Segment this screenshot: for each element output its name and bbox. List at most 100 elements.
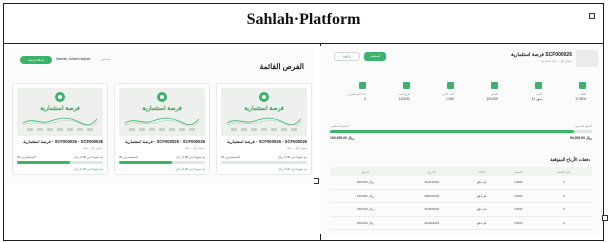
stat-icon — [403, 82, 410, 89]
decorative-dots — [27, 128, 93, 131]
opportunity-card[interactable]: فرصة استثمارية فرصة استثمارية - SCF000026… — [12, 83, 108, 175]
table-cell: 28/02/2023 — [400, 189, 463, 204]
opportunity-details-screenshot: فرصة استثمارية SCF000026 تمويل أول - مكة… — [320, 46, 602, 234]
details-header: فرصة استثمارية SCF000026 تمويل أول - مكة… — [320, 46, 602, 72]
stat-item: عدد المستثمرين 0 — [332, 80, 372, 104]
table-cell: لم تدفع — [462, 189, 501, 204]
stats-row: العائد 17.50% المدة 12 شهر المبلغ 100,000 الحد… — [330, 80, 592, 104]
logo-icon — [157, 92, 167, 102]
stat-item: تاريخ البدء 11/2022 — [376, 80, 416, 104]
card-subtitle: تمويل أول - مكة — [82, 146, 103, 150]
stat-item: المدة 12 شهر — [508, 80, 548, 104]
title-row: Sahlah·Platform — [4, 4, 603, 44]
raised-amount: تم جمع 0 من 0,00 ريال — [74, 155, 103, 159]
payments-table-title: دفعات الأرباح المتوقعة — [550, 157, 590, 162]
card-subtitle: تمويل أول - مكة — [184, 146, 205, 150]
card-title: فرصة استثمارية - SCF000026 - SCF000026 — [125, 139, 205, 144]
payments-table: المبلغ التاريخ الحالة النسبة رقم الدفعة 150,… — [330, 167, 592, 231]
funding-progress-fill — [330, 130, 574, 133]
card-stats: 00 المستثمرين تم جمع 0 من 0,00 ريال — [119, 155, 205, 159]
card-title: فرصة استثمارية - SCF000026 - SCF000026 — [227, 139, 307, 144]
logo-icon — [55, 92, 65, 102]
invest-button[interactable]: استثمر — [364, 52, 386, 61]
stat-label: تاريخ البدء — [398, 92, 410, 96]
card-progress-bar — [221, 161, 307, 164]
table-cell: 31/05/2023 — [400, 202, 463, 217]
funding-values: 100,000.00 ريال 93,000.00 ريال — [330, 136, 592, 140]
raised-amount: تم جمع 0 من 0,00 ريال — [176, 155, 205, 159]
table-cell: 4 — [535, 216, 592, 231]
stat-label: الحد الأدنى — [441, 92, 454, 96]
cell-end-mark — [589, 13, 595, 19]
stat-value: 11/2022 — [398, 97, 410, 101]
stat-label: عدد المستثمرين — [347, 92, 366, 96]
opportunity-thumbnail — [576, 50, 598, 67]
section-title: الفرص القائمة — [259, 62, 304, 71]
table-cell: 1 — [535, 176, 592, 190]
image-title: فرصة استثمارية — [142, 106, 182, 112]
table-row: 150,000 ريال 31/08/2023 لم تدفع 3.56% 4 — [330, 216, 592, 231]
stat-label: العائد — [579, 92, 586, 96]
card-footer-text: تم جمع 0 من 0,00 ريال — [74, 167, 103, 171]
column-header: المبلغ — [330, 167, 401, 176]
stat-icon — [447, 82, 454, 89]
opportunity-card[interactable]: فرصة استثمارية فرصة استثمارية - SCF000026… — [114, 83, 210, 175]
stat-item: المبلغ 100,000 — [464, 80, 504, 104]
table-cell: 150,000 ريال — [330, 202, 401, 217]
wave-graphic — [227, 117, 301, 126]
back-button[interactable]: رجوع — [334, 52, 360, 61]
column-header: الحالة — [462, 167, 501, 176]
required-amount-label: المبلغ المطلوب — [330, 124, 350, 128]
image-title: فرصة استثمارية — [244, 106, 284, 112]
screenshot-header: اضافة فرصة Samah Juhani Najmer مستثمر ال… — [6, 48, 314, 71]
opportunity-title: فرصة استثمارية SCF000026 — [510, 52, 572, 58]
opportunity-subtitle: تمويل أول - مكة المكرمة — [541, 59, 572, 63]
stat-label: المبلغ — [491, 92, 498, 96]
stat-value: 100,000 — [486, 97, 498, 101]
opportunity-image: فرصة استثمارية — [221, 88, 307, 136]
card-stats: 00 المستثمرين تم جمع 0 من 0,00 ريال — [17, 155, 103, 159]
funding-progress-bar — [330, 130, 592, 133]
stat-value: 0 — [364, 97, 366, 101]
decorative-dots — [231, 128, 297, 131]
opportunities-screenshot: اضافة فرصة Samah Juhani Najmer مستثمر ال… — [6, 48, 314, 184]
stat-icon — [535, 82, 542, 89]
card-title: فرصة استثمارية - SCF000026 - SCF000026 — [23, 139, 103, 144]
collected-amount-label: المبلغ المجمع — [575, 124, 592, 128]
investors-count: 00 المستثمرين — [119, 155, 138, 159]
wave-graphic — [23, 117, 97, 126]
logo-icon — [259, 92, 269, 102]
table-cell: 3.56% — [500, 176, 536, 190]
user-name: Samah Juhani Najmer — [56, 57, 91, 61]
stat-item: العائد 17.50% — [552, 80, 592, 104]
table-cell: 31/08/2023 — [400, 216, 463, 231]
table-row: 150,000 ريال 30/11/2022 لم تدفع 3.56% 1 — [330, 176, 592, 190]
table-cell: لم تدفع — [462, 202, 501, 217]
card-progress-fill — [17, 161, 71, 164]
opportunity-image: فرصة استثمارية — [17, 88, 103, 136]
stat-value: 17.50% — [575, 97, 586, 101]
table-cell: 150,000 ريال — [330, 189, 401, 204]
stat-value: 12 شهر — [531, 97, 542, 101]
collected-amount-value: 93,000.00 ريال — [569, 136, 592, 140]
wave-graphic — [125, 117, 199, 126]
user-role: مستثمر — [101, 57, 111, 61]
table-cell: 3.56% — [500, 216, 536, 231]
funding-labels: المبلغ المطلوب المبلغ المجمع — [330, 124, 592, 128]
table-cell: 150,000 ريال — [330, 176, 401, 190]
card-progress-fill — [119, 161, 173, 164]
cell-end-mark — [602, 215, 608, 221]
card-progress-bar — [17, 161, 103, 164]
opportunity-card[interactable]: فرصة استثمارية فرصة استثمارية - SCF000026… — [216, 83, 312, 175]
document-title: Sahlah·Platform — [246, 11, 361, 28]
table-cell: 3 — [535, 202, 592, 217]
card-stats: 00 المستثمرين تم جمع 0 من 0,00 ريال — [221, 155, 307, 159]
table-cell: لم تدفع — [462, 176, 501, 190]
table-row: 150,000 ريال 31/05/2023 لم تدفع 3.56% 3 — [330, 202, 592, 217]
stat-icon — [359, 82, 366, 89]
add-opportunity-button[interactable]: اضافة فرصة — [20, 56, 52, 64]
table-cell: 2 — [535, 189, 592, 204]
card-footer-text: تم جمع 0 من 0,00 ريال — [278, 167, 307, 171]
stat-item: الحد الأدنى 1,000 — [420, 80, 460, 104]
table-cell: لم تدفع — [462, 216, 501, 231]
